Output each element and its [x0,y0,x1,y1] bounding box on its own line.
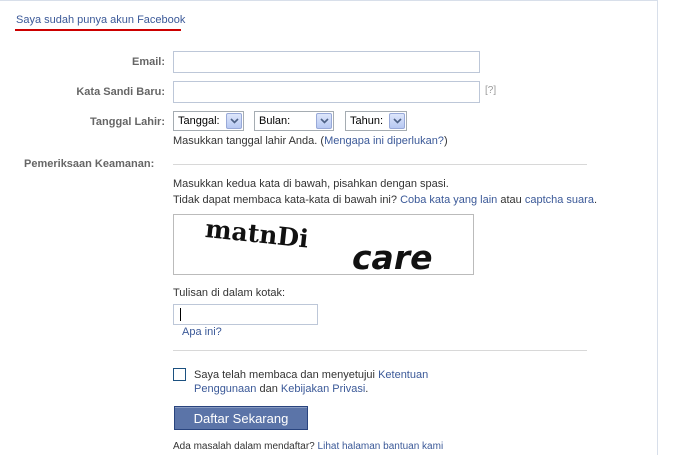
help-line: Ada masalah dalam mendaftar? Lihat halam… [173,441,443,452]
help-prefix: Ada masalah dalam mendaftar? [173,441,315,452]
audio-captcha-link[interactable]: captcha suara [525,194,594,206]
captcha-words: matnDi care [204,214,433,277]
text-cursor [180,308,181,321]
email-label: Email: [131,56,165,68]
security-separator [173,164,587,165]
year-select[interactable]: Tahun: [345,111,407,131]
or-text: atau [500,194,522,206]
birthday-hint: Masukkan tanggal lahir Anda. (Mengapa in… [173,135,448,147]
paren-close: ) [443,135,448,147]
month-select-value: Bulan: [259,115,291,127]
captcha-word-1: matnDi [204,215,310,254]
text-in-box-label: Tulisan di dalam kotak: [173,287,286,299]
captcha-alt-prefix: Tidak dapat membaca kata-kata di bawah i… [173,194,397,206]
terms-checkbox[interactable] [173,368,186,381]
month-select[interactable]: Bulan: [254,111,334,131]
security-check-heading: Pemeriksaan Keamanan: [24,158,155,170]
chevron-down-icon [389,113,405,129]
chevron-down-icon [226,113,242,129]
period: . [593,194,598,206]
captcha-instruction: Masukkan kedua kata di bawah, pisahkan d… [173,178,449,190]
why-needed-link[interactable]: Mengapa ini diperlukan? [324,135,444,147]
year-select-value: Tahun: [350,115,384,127]
captcha-input[interactable] [173,304,318,325]
email-input[interactable] [173,51,480,73]
chevron-down-icon [316,113,332,129]
terms-of-use-link-part2[interactable]: Penggunaan [194,383,256,395]
terms-of-use-link-part1[interactable]: Ketentuan [378,369,428,381]
terms-line-2: Penggunaan dan Kebijakan Privasi. [194,383,368,395]
right-border [657,0,658,455]
try-other-words-link[interactable]: Coba kata yang lain [400,194,497,206]
terms-period: . [365,383,369,395]
terms-line-1: Saya telah membaca dan menyetujui Ketent… [194,369,428,381]
password-label: Kata Sandi Baru: [76,86,165,98]
privacy-policy-link[interactable]: Kebijakan Privasi [281,383,365,395]
top-border [0,0,657,1]
terms-separator [173,350,587,351]
captcha-image: matnDi care [173,214,474,277]
day-select-value: Tanggal: [178,115,220,127]
captcha-word-2: care [352,238,433,274]
terms-text: Saya telah membaca dan menyetujui [194,369,375,381]
captcha-alt-instruction: Tidak dapat membaca kata-kata di bawah i… [173,194,597,206]
day-select[interactable]: Tanggal: [173,111,244,131]
what-is-this-link[interactable]: Apa ini? [182,326,222,338]
birthday-label: Tanggal Lahir: [90,116,165,128]
help-page-link[interactable]: Lihat halaman bantuan kami [318,441,444,452]
and-text: dan [259,383,278,395]
password-input[interactable] [173,81,480,103]
password-help-icon[interactable]: [?] [485,85,496,96]
birthday-hint-text: Masukkan tanggal lahir Anda. [173,135,318,147]
red-underline [15,29,181,31]
sign-up-button[interactable]: Daftar Sekarang [174,406,308,430]
already-have-account-link[interactable]: Saya sudah punya akun Facebook [16,14,185,26]
